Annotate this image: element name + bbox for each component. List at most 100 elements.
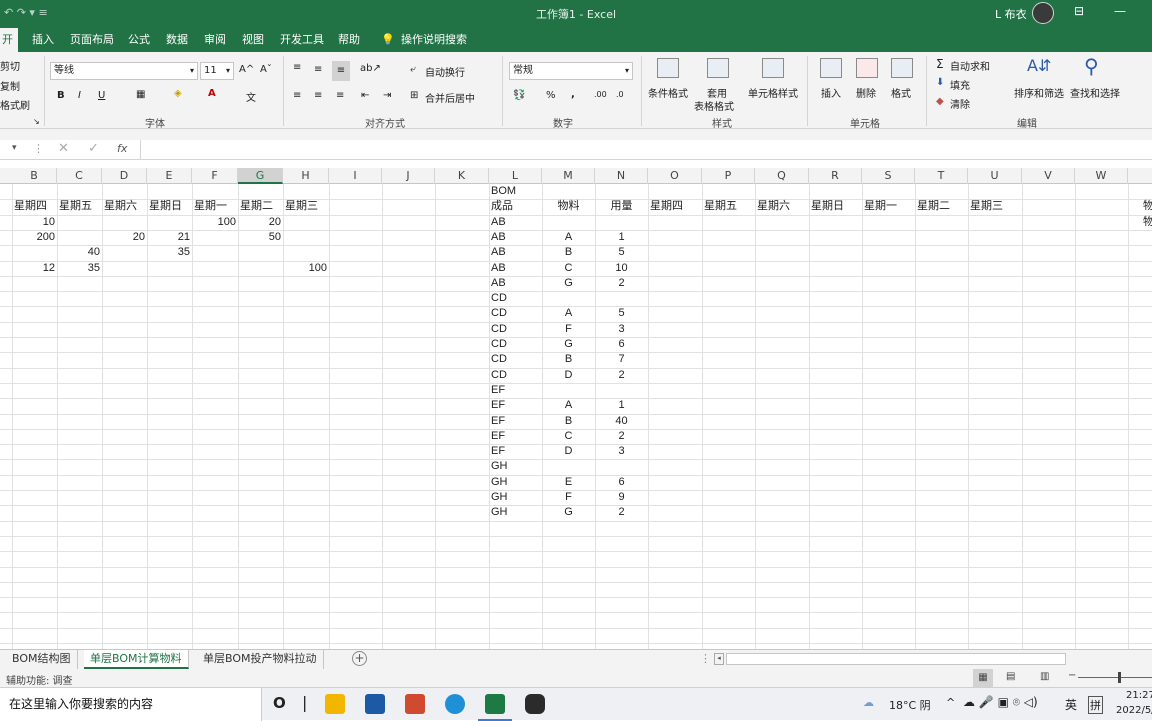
- page-break-view-icon[interactable]: ▥: [1040, 671, 1049, 682]
- copy-button[interactable]: 复制: [0, 78, 20, 93]
- column-header[interactable]: J: [382, 168, 435, 184]
- table-header-cell[interactable]: 星期六: [757, 199, 807, 214]
- table-cell[interactable]: 2: [597, 429, 646, 444]
- table-cell[interactable]: CD: [491, 291, 540, 306]
- edge-icon[interactable]: [445, 694, 465, 714]
- sheet-tab[interactable]: 单层BOM投产物料拉动: [197, 650, 324, 669]
- table-cell[interactable]: 2: [597, 368, 646, 383]
- cell-styles-button[interactable]: 单元格样式: [748, 85, 798, 100]
- table-cell[interactable]: 物: [1143, 215, 1152, 230]
- zoom-out-button[interactable]: −: [1068, 670, 1076, 681]
- table-header-cell[interactable]: 星期二: [917, 199, 966, 214]
- confirm-icon[interactable]: ✓: [88, 141, 99, 156]
- table-cell[interactable]: GH: [491, 459, 540, 474]
- column-header-selected[interactable]: G: [238, 168, 283, 184]
- table-cell[interactable]: D: [544, 368, 593, 383]
- table-cell[interactable]: 6: [597, 475, 646, 490]
- tab-view[interactable]: 视图: [240, 28, 266, 52]
- table-cell[interactable]: CD: [491, 306, 540, 321]
- table-cell[interactable]: EF: [491, 444, 540, 459]
- accessibility-status[interactable]: 辅助功能: 调查: [6, 672, 73, 687]
- table-cell[interactable]: 10: [14, 215, 55, 230]
- ribbon-display-icon[interactable]: ⊟: [1074, 4, 1084, 18]
- accounting-format-icon[interactable]: 💱: [513, 90, 525, 101]
- excel-icon[interactable]: [485, 694, 505, 714]
- table-cell[interactable]: AB: [491, 261, 540, 276]
- column-header[interactable]: Q: [755, 168, 809, 184]
- align-right-icon[interactable]: ≡: [336, 90, 344, 101]
- table-cell[interactable]: 物: [1143, 199, 1152, 214]
- table-cell[interactable]: A: [544, 398, 593, 413]
- column-header[interactable]: K: [435, 168, 489, 184]
- font-size-select[interactable]: 11 ▾: [200, 62, 234, 80]
- table-cell[interactable]: GH: [491, 475, 540, 490]
- format-cells-button[interactable]: 格式: [891, 85, 911, 100]
- insert-cells-button[interactable]: 插入: [821, 85, 841, 100]
- underline-button[interactable]: U: [98, 90, 105, 101]
- tray-chevron-icon[interactable]: ^: [946, 696, 955, 709]
- clear-button[interactable]: 清除: [950, 96, 970, 111]
- fill-color-icon[interactable]: ◈: [174, 88, 182, 99]
- ime-indicator[interactable]: 英: [1065, 696, 1077, 713]
- shrink-font-button[interactable]: Aˇ: [260, 64, 272, 75]
- table-header-cell[interactable]: 成品: [491, 199, 540, 214]
- sort-filter-button[interactable]: 排序和筛选: [1014, 85, 1064, 100]
- table-cell[interactable]: CD: [491, 337, 540, 352]
- tab-formulas[interactable]: 公式: [126, 28, 152, 52]
- decrease-decimal-icon[interactable]: .0: [616, 90, 624, 99]
- table-header-cell[interactable]: 星期五: [59, 199, 100, 214]
- user-name[interactable]: L 布衣: [995, 6, 1027, 22]
- clock-time[interactable]: 21:27: [1126, 690, 1152, 701]
- table-cell[interactable]: 50: [240, 230, 281, 245]
- table-cell[interactable]: F: [544, 322, 593, 337]
- page-layout-view-icon[interactable]: ▤: [1006, 671, 1015, 682]
- table-cell[interactable]: 5: [597, 306, 646, 321]
- table-cell[interactable]: EF: [491, 383, 540, 398]
- taskbar-search-input[interactable]: 在这里输入你要搜索的内容: [0, 688, 262, 721]
- column-header[interactable]: B: [12, 168, 57, 184]
- table-cell[interactable]: A: [544, 230, 593, 245]
- app-icon[interactable]: [525, 694, 545, 714]
- table-cell[interactable]: 40: [59, 245, 100, 260]
- tab-data[interactable]: 数据: [164, 28, 190, 52]
- table-header-cell[interactable]: 星期五: [704, 199, 753, 214]
- table-cell[interactable]: 3: [597, 444, 646, 459]
- name-box-dropdown-icon[interactable]: ▾: [12, 143, 17, 153]
- table-cell[interactable]: EF: [491, 398, 540, 413]
- column-header[interactable]: R: [809, 168, 862, 184]
- table-cell[interactable]: B: [544, 352, 593, 367]
- table-cell[interactable]: 100: [194, 215, 236, 230]
- table-cell[interactable]: CD: [491, 368, 540, 383]
- table-cell[interactable]: 12: [14, 261, 55, 276]
- table-cell[interactable]: CD: [491, 352, 540, 367]
- align-bottom-icon[interactable]: ≡: [332, 61, 350, 81]
- tab-page-layout[interactable]: 页面布局: [68, 28, 116, 52]
- align-left-icon[interactable]: ≡: [293, 90, 301, 101]
- delete-cells-button[interactable]: 删除: [856, 85, 876, 100]
- column-header[interactable]: M: [542, 168, 595, 184]
- column-header[interactable]: U: [968, 168, 1022, 184]
- table-cell[interactable]: 3: [597, 322, 646, 337]
- align-top-icon[interactable]: ≡: [293, 62, 301, 73]
- comma-style-button[interactable]: ,: [571, 89, 575, 100]
- fill-button[interactable]: 填充: [950, 77, 970, 92]
- table-cell[interactable]: AB: [491, 215, 540, 230]
- table-header-cell[interactable]: 星期四: [14, 199, 55, 214]
- store-icon[interactable]: [365, 694, 385, 714]
- column-header[interactable]: O: [648, 168, 702, 184]
- table-cell[interactable]: CD: [491, 322, 540, 337]
- zoom-slider-thumb[interactable]: [1118, 672, 1121, 683]
- table-cell[interactable]: 6: [597, 337, 646, 352]
- column-header[interactable]: P: [702, 168, 755, 184]
- table-cell[interactable]: 1: [597, 230, 646, 245]
- table-cell[interactable]: 35: [59, 261, 100, 276]
- table-header-cell[interactable]: 星期一: [864, 199, 913, 214]
- table-cell[interactable]: G: [544, 337, 593, 352]
- table-cell[interactable]: C: [544, 261, 593, 276]
- grow-font-button[interactable]: A^: [239, 64, 254, 75]
- align-center-icon[interactable]: ≡: [314, 90, 322, 101]
- table-cell[interactable]: GH: [491, 490, 540, 505]
- increase-indent-icon[interactable]: ⇥: [383, 90, 391, 101]
- tab-developer[interactable]: 开发工具: [278, 28, 326, 52]
- bold-button[interactable]: B: [57, 90, 65, 101]
